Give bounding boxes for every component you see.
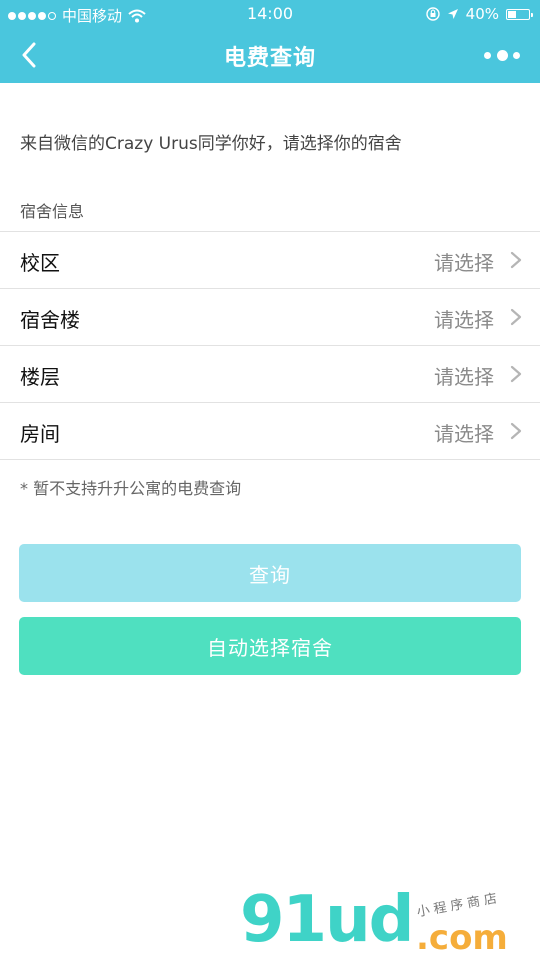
status-right: 40% bbox=[425, 5, 533, 23]
row-value: 请选择 bbox=[434, 422, 494, 446]
status-bar: 中国移动 14:00 40% bbox=[0, 0, 540, 28]
unsupported-note: * 暂不支持升升公寓的电费查询 bbox=[20, 479, 242, 498]
battery-icon bbox=[506, 8, 533, 20]
chevron-right-icon bbox=[510, 251, 522, 269]
query-button[interactable]: 查询 bbox=[19, 544, 521, 602]
page-title: 电费查询 bbox=[223, 46, 316, 71]
chevron-right-icon bbox=[510, 365, 522, 383]
watermark-domain: .com bbox=[416, 918, 508, 958]
watermark-subtitle: 小程序商店 bbox=[415, 890, 503, 921]
greeting-text: 来自微信的Crazy Urus同学你好，请选择你的宿舍 bbox=[20, 134, 402, 154]
row-value: 请选择 bbox=[434, 251, 494, 275]
orientation-lock-icon bbox=[425, 7, 440, 21]
nav-bar: 电费查询 bbox=[0, 28, 540, 83]
row-label: 校区 bbox=[20, 251, 60, 275]
row-label: 房间 bbox=[20, 422, 60, 446]
row-label: 宿舍楼 bbox=[20, 308, 80, 332]
location-arrow-icon bbox=[447, 9, 458, 19]
top-bar: 中国移动 14:00 40% 电费查询 bbox=[0, 0, 540, 83]
room-row[interactable]: 房间 请选择 bbox=[0, 403, 540, 460]
floor-row[interactable]: 楼层 请选择 bbox=[0, 346, 540, 403]
auto-select-dorm-button[interactable]: 自动选择宿舍 bbox=[19, 617, 521, 675]
chevron-right-icon bbox=[510, 422, 522, 440]
more-dots-icon bbox=[484, 51, 491, 59]
chevron-right-icon bbox=[510, 308, 522, 326]
building-row[interactable]: 宿舍楼 请选择 bbox=[0, 289, 540, 346]
section-title: 宿舍信息 bbox=[20, 202, 85, 221]
battery-percent: 40% bbox=[465, 5, 499, 23]
campus-row[interactable]: 校区 请选择 bbox=[0, 232, 540, 289]
watermark-logo: 91ud 小程序商店 .com bbox=[240, 888, 540, 960]
watermark-logo-text: 91ud bbox=[240, 883, 414, 957]
more-button[interactable] bbox=[484, 45, 520, 65]
dorm-info-list: 校区 请选择 宿舍楼 请选择 楼层 请选择 房间 请选择 bbox=[0, 231, 540, 460]
row-value: 请选择 bbox=[434, 365, 494, 389]
row-label: 楼层 bbox=[20, 365, 60, 389]
row-value: 请选择 bbox=[434, 308, 494, 332]
